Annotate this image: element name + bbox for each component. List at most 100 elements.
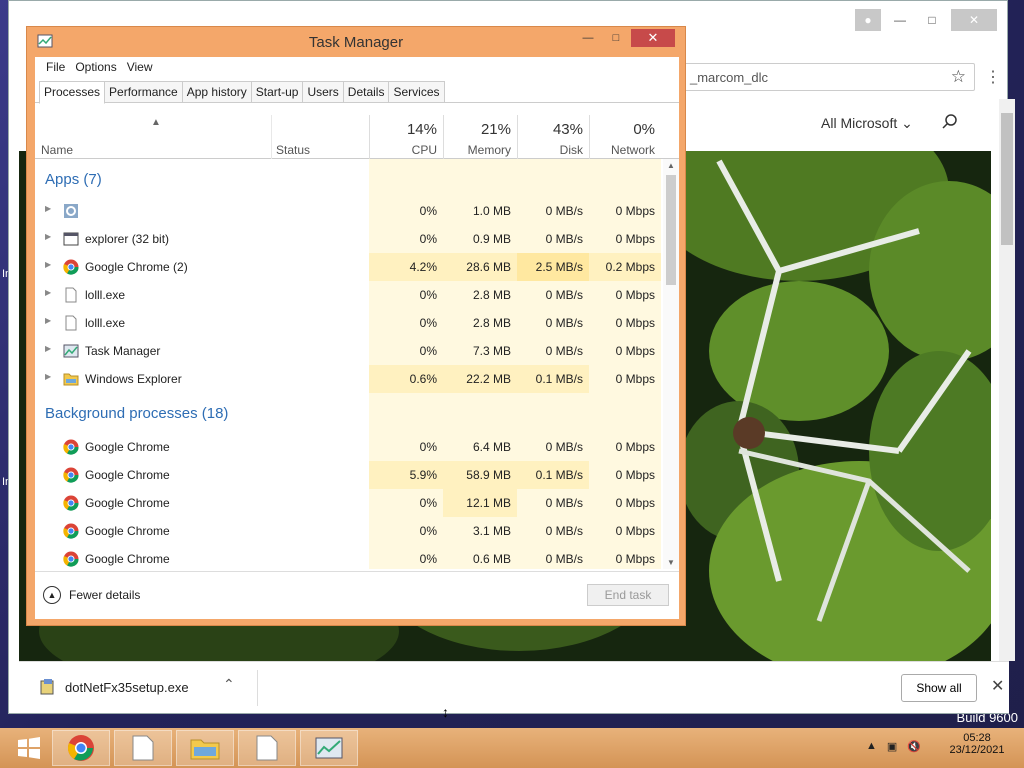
chevron-up-icon: ▲ bbox=[43, 586, 61, 604]
column-status[interactable]: Status bbox=[271, 115, 369, 159]
minimize-button[interactable]: — bbox=[575, 29, 601, 47]
menu-view[interactable]: View bbox=[122, 57, 158, 77]
start-button[interactable] bbox=[0, 730, 58, 766]
menu-options[interactable]: Options bbox=[70, 57, 121, 77]
taskbar-explorer[interactable] bbox=[176, 730, 234, 766]
column-disk[interactable]: 43% Disk bbox=[517, 115, 589, 159]
profile-icon[interactable]: ● bbox=[855, 9, 881, 31]
end-task-button[interactable]: End task bbox=[587, 584, 669, 606]
group-background: Background processes (18) bbox=[45, 405, 229, 422]
search-icon[interactable] bbox=[941, 113, 959, 131]
scroll-down-icon[interactable]: ▼ bbox=[667, 558, 675, 567]
show-all-button[interactable]: Show all bbox=[901, 674, 977, 702]
tab-performance[interactable]: Performance bbox=[104, 81, 183, 102]
network-icon[interactable]: ▣ bbox=[887, 740, 897, 753]
cpu-value: 5.9% bbox=[369, 461, 443, 489]
page-scrollbar[interactable] bbox=[999, 99, 1015, 661]
disk-value: 0 MB/s bbox=[545, 440, 583, 454]
process-row[interactable]: Google Chrome 0% 6.4 MB 0 MB/s 0 Mbps bbox=[35, 433, 661, 461]
process-row[interactable]: ▶ Google Chrome (2) 4.2% 28.6 MB 2.5 MB/s 0.2… bbox=[35, 253, 661, 281]
expand-arrow-icon[interactable]: ▶ bbox=[45, 204, 51, 213]
chevron-up-icon[interactable]: ⌃ bbox=[223, 676, 235, 693]
process-row[interactable]: Google Chrome 0% 12.1 MB 0 MB/s 0 Mbps bbox=[35, 489, 661, 517]
chrome-icon bbox=[63, 467, 79, 483]
column-memory[interactable]: 21% Memory bbox=[443, 115, 517, 159]
process-row[interactable]: ▶ explorer (32 bit) 0% 0.9 MB 0 MB/s 0 Mbps bbox=[35, 225, 661, 253]
chrome-icon bbox=[63, 495, 79, 511]
column-label: Network bbox=[610, 143, 655, 157]
process-row[interactable]: ▶ lolll.exe 0% 2.8 MB 0 MB/s 0 Mbps bbox=[35, 309, 661, 337]
expand-arrow-icon[interactable]: ▶ bbox=[45, 260, 51, 269]
expand-arrow-icon[interactable]: ▶ bbox=[45, 344, 51, 353]
memory-value: 0.6 MB bbox=[472, 552, 511, 566]
maximize-button[interactable]: □ bbox=[603, 29, 629, 47]
expand-arrow-icon[interactable]: ▶ bbox=[45, 232, 51, 241]
chrome-icon bbox=[63, 439, 79, 455]
expand-arrow-icon[interactable]: ▶ bbox=[45, 288, 51, 297]
process-row[interactable]: Google Chrome 0% 0.6 MB 0 MB/s 0 Mbps bbox=[35, 545, 661, 569]
maximize-button[interactable]: □ bbox=[919, 9, 945, 31]
close-button[interactable]: ✕ bbox=[631, 29, 675, 47]
tray-expand-icon[interactable]: ▲ bbox=[866, 740, 877, 753]
process-row[interactable]: ▶ lolll.exe 0% 2.8 MB 0 MB/s 0 Mbps bbox=[35, 281, 661, 309]
task-manager-titlebar[interactable]: Task Manager — □ ✕ bbox=[27, 27, 685, 57]
taskbar-chrome[interactable] bbox=[52, 730, 110, 766]
expand-arrow-icon[interactable]: ▶ bbox=[45, 372, 51, 381]
expand-arrow-icon[interactable]: ▶ bbox=[45, 316, 51, 325]
process-row[interactable]: Google Chrome 0% 3.1 MB 0 MB/s 0 Mbps bbox=[35, 517, 661, 545]
cpu-value: 0% bbox=[419, 552, 437, 566]
taskbar: ▲ ▣ 🔇 05:28 23/12/2021 bbox=[0, 728, 1024, 768]
window-icon bbox=[63, 231, 79, 247]
taskbar-file-1[interactable] bbox=[114, 730, 172, 766]
tab-startup[interactable]: Start-up bbox=[250, 81, 304, 102]
tab-services[interactable]: Services bbox=[388, 81, 445, 102]
network-value: 0 Mbps bbox=[615, 344, 655, 358]
address-bar[interactable]: _marcom_dlc ☆ bbox=[679, 63, 975, 91]
taskbar-taskmanager[interactable] bbox=[300, 730, 358, 766]
download-item[interactable]: dotNetFx35setup.exe bbox=[39, 678, 189, 696]
disk-value: 0.1 MB/s bbox=[517, 461, 589, 489]
cpu-total: 14% bbox=[406, 121, 437, 138]
process-row[interactable]: Google Chrome 5.9% 58.9 MB 0.1 MB/s 0 Mbps bbox=[35, 461, 661, 489]
process-row[interactable]: ▶ Task Manager 0% 7.3 MB 0 MB/s 0 Mbps bbox=[35, 337, 661, 365]
process-row[interactable]: ▶ Windows Explorer 0.6% 22.2 MB 0.1 MB/s 0 Mb… bbox=[35, 365, 661, 393]
all-microsoft-dropdown[interactable]: All Microsoft ⌄ bbox=[821, 115, 913, 132]
memory-value: 1.0 MB bbox=[472, 204, 511, 218]
scrollbar-thumb[interactable] bbox=[1001, 113, 1013, 245]
menu-file[interactable]: File bbox=[41, 57, 70, 77]
column-cpu[interactable]: 14% CPU bbox=[369, 115, 443, 159]
tab-details[interactable]: Details bbox=[342, 81, 390, 102]
tab-processes[interactable]: Processes bbox=[39, 81, 106, 104]
address-text: _marcom_dlc bbox=[690, 70, 769, 85]
minimize-button[interactable]: — bbox=[887, 9, 913, 31]
memory-value: 2.8 MB bbox=[472, 316, 511, 330]
close-button[interactable]: ✕ bbox=[951, 9, 997, 31]
list-scrollbar[interactable]: ▲ ▼ bbox=[663, 159, 679, 569]
close-icon[interactable]: ✕ bbox=[991, 676, 1004, 696]
fewer-details-button[interactable]: ▲ Fewer details bbox=[43, 586, 140, 604]
disk-value: 0 MB/s bbox=[545, 496, 583, 510]
bookmark-star-icon[interactable]: ☆ bbox=[951, 67, 966, 87]
tab-users[interactable]: Users bbox=[302, 81, 344, 102]
scroll-up-icon[interactable]: ▲ bbox=[667, 161, 675, 170]
process-row[interactable]: ▶ 0% 1.0 MB 0 MB/s 0 Mbps bbox=[35, 197, 661, 225]
taskbar-file-2[interactable] bbox=[238, 730, 296, 766]
installer-icon bbox=[40, 679, 54, 695]
scrollbar-thumb[interactable] bbox=[666, 175, 676, 285]
memory-value: 22.2 MB bbox=[443, 365, 517, 393]
process-name: Google Chrome bbox=[85, 496, 170, 510]
column-network[interactable]: 0% Network bbox=[589, 115, 661, 159]
tab-app-history[interactable]: App history bbox=[181, 81, 252, 102]
memory-value: 12.1 MB bbox=[443, 489, 517, 517]
network-value: 0 Mbps bbox=[615, 316, 655, 330]
disk-value: 2.5 MB/s bbox=[517, 253, 589, 281]
footer: ▲ Fewer details End task bbox=[35, 571, 679, 619]
clock[interactable]: 05:28 23/12/2021 bbox=[944, 732, 1010, 756]
column-name[interactable]: ▲ Name bbox=[41, 115, 269, 159]
download-bar: dotNetFx35setup.exe ⌃ Show all ✕ bbox=[19, 661, 1009, 713]
chrome-menu-icon[interactable]: ⋮ bbox=[985, 67, 1001, 87]
memory-value: 7.3 MB bbox=[472, 344, 511, 358]
volume-muted-icon[interactable]: 🔇 bbox=[907, 740, 921, 753]
cpu-value: 0.6% bbox=[369, 365, 443, 393]
chrome-icon bbox=[67, 735, 94, 761]
